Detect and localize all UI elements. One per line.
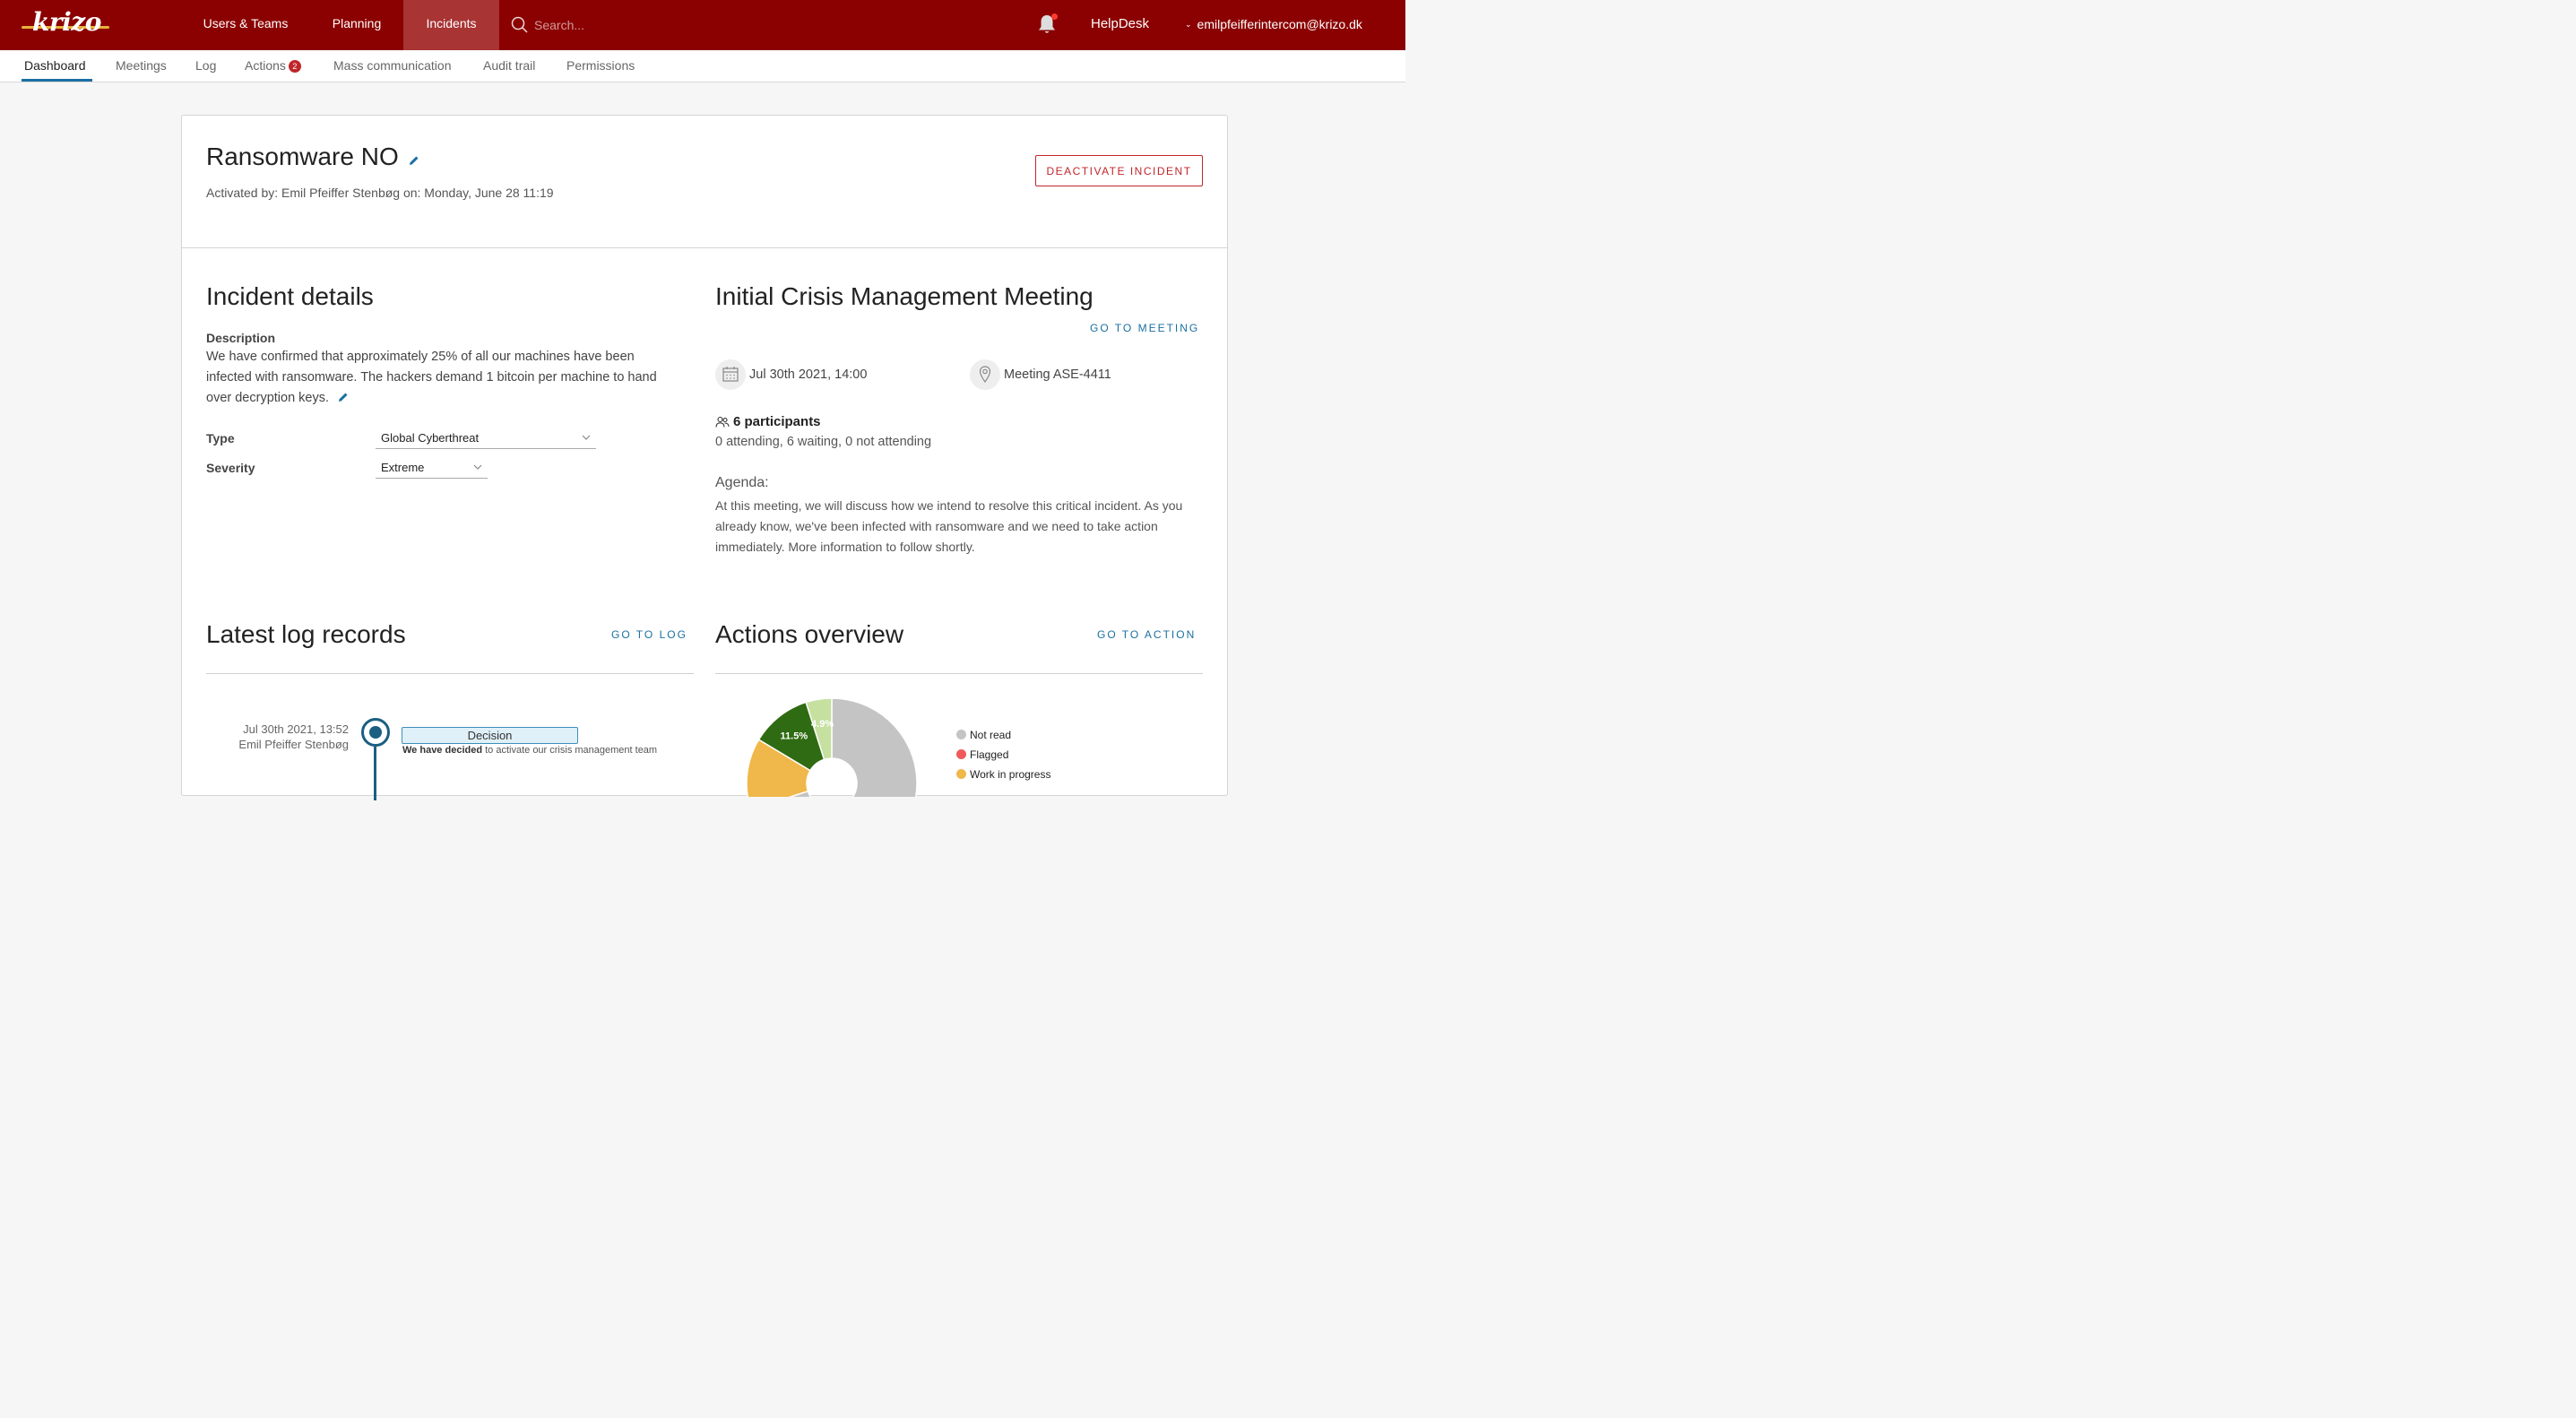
user-menu[interactable]: ⌄ emilpfeifferintercom@krizo.dk: [1185, 17, 1362, 31]
nav-incidents[interactable]: Incidents: [403, 0, 499, 50]
krizo-logo[interactable]: krizo: [32, 7, 101, 37]
legend-dot: [956, 749, 966, 759]
search-input[interactable]: [534, 18, 713, 32]
description-label: Description: [206, 331, 276, 345]
log-record-author: Emil Pfeiffer Stenbøg: [238, 738, 349, 751]
incident-details-heading: Incident details: [206, 282, 374, 310]
participants-icon: [715, 416, 730, 428]
participants-count: 6 participants: [733, 414, 821, 429]
actions-count-badge: 2: [288, 60, 301, 73]
legend-dot: [956, 769, 966, 779]
tab-mass-communication[interactable]: Mass communication: [333, 50, 452, 82]
edit-title-pencil-icon[interactable]: [409, 155, 419, 166]
chevron-down-icon: [582, 435, 591, 440]
type-value: Global Cyberthreat: [381, 431, 480, 445]
tab-meetings[interactable]: Meetings: [116, 50, 167, 82]
latest-log-heading: Latest log records: [206, 620, 406, 648]
legend-dot: [956, 730, 966, 739]
nav-users-teams[interactable]: Users & Teams: [183, 0, 308, 50]
helpdesk-link[interactable]: HelpDesk: [1091, 16, 1149, 31]
legend-item-flagged: Flagged: [956, 748, 1008, 761]
search-bar[interactable]: [511, 14, 713, 36]
top-bar: krizo Users & Teams Planning Incidents H…: [0, 0, 1405, 50]
pie-slice-label: 11.5%: [781, 731, 808, 742]
activated-by: Activated by: Emil Pfeiffer Stenbøg on: …: [206, 186, 554, 200]
tab-dashboard[interactable]: Dashboard: [24, 50, 86, 82]
calendar-icon: [715, 359, 746, 390]
incident-title: Ransomware NO: [206, 143, 399, 170]
legend-item-not-read: Not read: [956, 729, 1011, 741]
legend-label: Flagged: [970, 748, 1009, 761]
actions-divider: [715, 673, 1203, 674]
tab-permissions[interactable]: Permissions: [566, 50, 635, 82]
search-icon: [511, 16, 528, 33]
deactivate-incident-button[interactable]: DEACTIVATE INCIDENT: [1035, 155, 1203, 186]
type-select[interactable]: Global Cyberthreat: [376, 428, 596, 449]
log-record-text: We have decided to activate our crisis m…: [402, 745, 657, 756]
legend-label: Work in progress: [970, 768, 1051, 781]
meeting-heading: Initial Crisis Management Meeting: [715, 282, 1094, 310]
tab-log[interactable]: Log: [195, 50, 216, 82]
edit-description-pencil-icon[interactable]: [338, 392, 349, 402]
legend-label: Not read: [970, 729, 1012, 741]
severity-value: Extreme: [381, 461, 425, 474]
pie-slice-label: 4.9%: [811, 719, 834, 730]
nav-planning[interactable]: Planning: [314, 0, 400, 50]
active-tab-indicator: [22, 79, 92, 82]
tab-actions-label: Actions: [245, 58, 286, 73]
incident-card: Ransomware NO Activated by: Emil Pfeiffe…: [181, 115, 1228, 800]
notification-dot: [1051, 13, 1058, 20]
location-pin-icon: [970, 359, 1000, 390]
log-record-type-tag[interactable]: Decision: [402, 727, 578, 744]
severity-label: Severity: [206, 461, 255, 475]
legend-item-work-in-progress: Work in progress: [956, 768, 1050, 781]
actions-pie-chart: 11.5%4.9%: [746, 697, 918, 797]
tab-audit-trail[interactable]: Audit trail: [483, 50, 535, 82]
log-record-text-bold: We have decided: [402, 745, 483, 756]
meeting-datetime: Jul 30th 2021, 14:00: [749, 367, 868, 382]
type-label: Type: [206, 431, 235, 445]
severity-select[interactable]: Extreme: [376, 457, 488, 479]
timeline-line: [374, 747, 376, 800]
go-to-action-link[interactable]: GO TO ACTION: [1097, 628, 1196, 641]
go-to-meeting-link[interactable]: GO TO MEETING: [1090, 322, 1199, 334]
agenda-label: Agenda:: [715, 475, 769, 490]
actions-overview-heading: Actions overview: [715, 620, 904, 648]
sub-navigation: Dashboard Meetings Log Actions 2 Mass com…: [0, 50, 1405, 82]
header-divider: [182, 247, 1227, 248]
attendance-summary: 0 attending, 6 waiting, 0 not attending: [715, 435, 932, 449]
chevron-down-icon: ⌄: [1185, 20, 1192, 29]
description-value: We have confirmed that approximately 25%…: [206, 350, 657, 405]
log-divider: [206, 673, 694, 674]
timeline-node-center: [369, 726, 382, 739]
description-text: We have confirmed that approximately 25%…: [206, 347, 681, 409]
user-email: emilpfeifferintercom@krizo.dk: [1197, 17, 1362, 31]
go-to-log-link[interactable]: GO TO LOG: [611, 628, 687, 641]
tab-actions[interactable]: Actions 2: [245, 50, 301, 82]
chevron-down-icon: [473, 464, 482, 470]
agenda-text: At this meeting, we will discuss how we …: [715, 498, 1183, 554]
log-record-time: Jul 30th 2021, 13:52: [243, 722, 349, 736]
log-record-text-rest: to activate our crisis management team: [482, 745, 658, 756]
meeting-location: Meeting ASE-4411: [1004, 367, 1111, 382]
